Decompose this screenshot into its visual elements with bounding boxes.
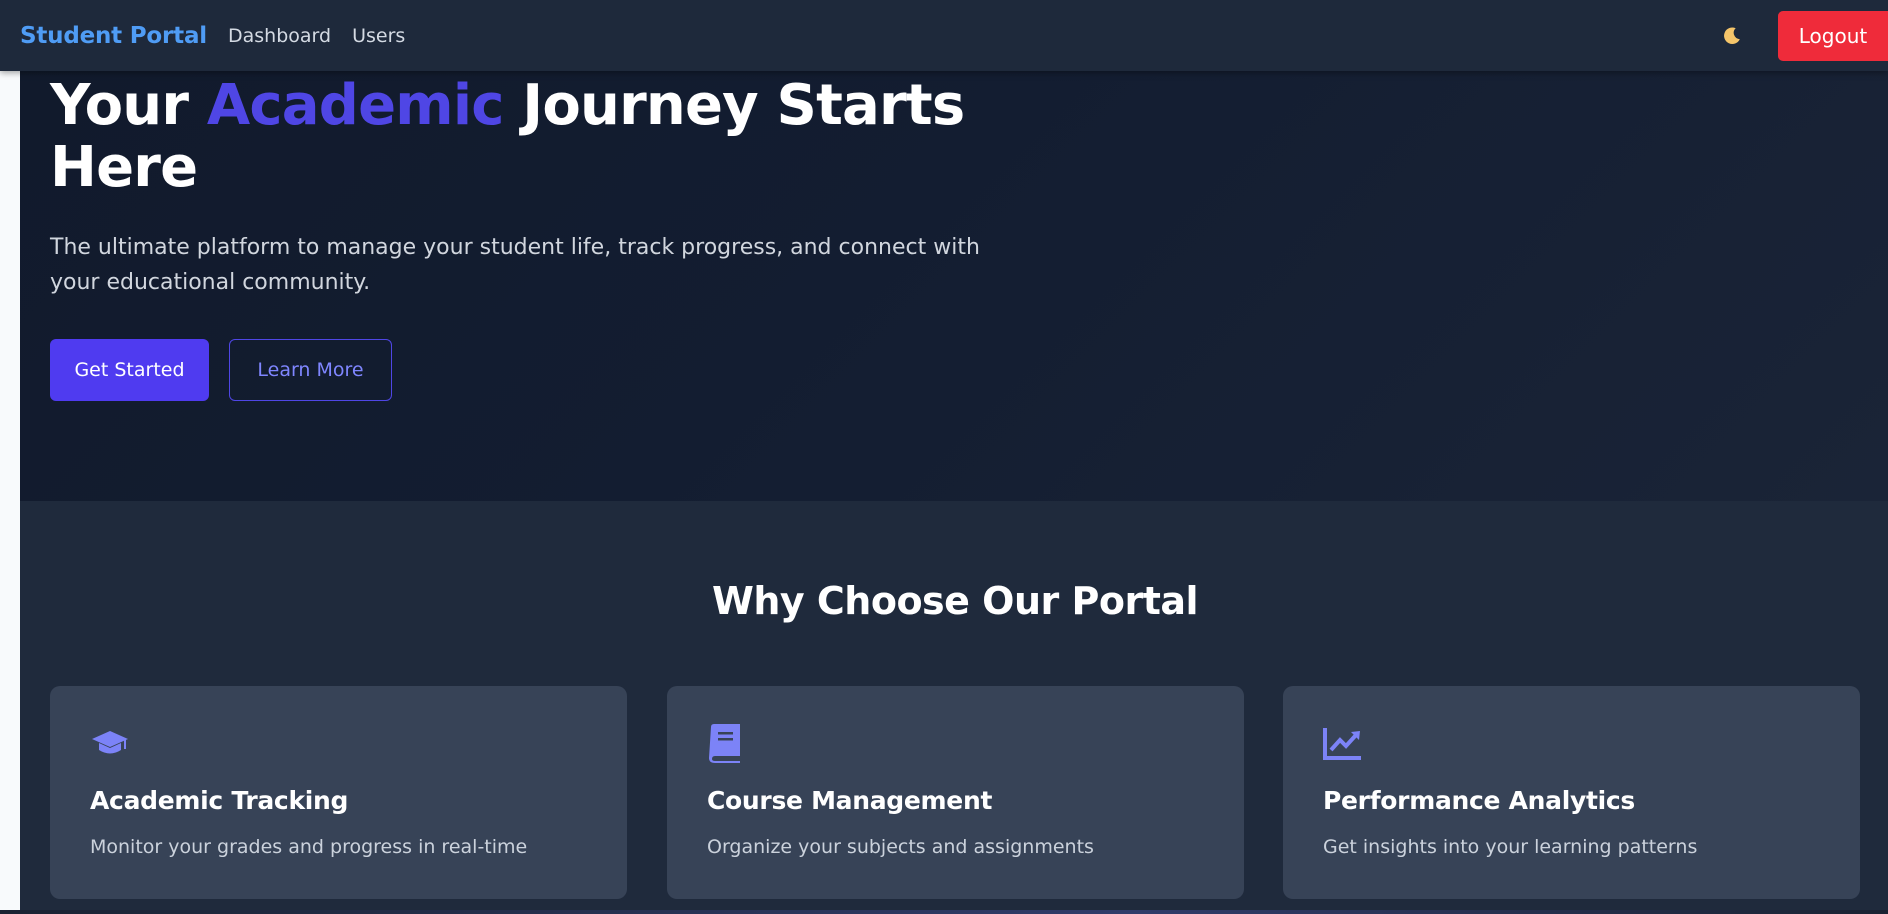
brand-logo-link[interactable]: Student Portal <box>20 23 207 49</box>
chart-line-icon <box>1323 724 1363 762</box>
feature-card-description: Get insights into your learning patterns <box>1323 836 1698 858</box>
hero-section: Your Academic Journey Starts Here The ul… <box>20 71 1888 501</box>
nav-link-dashboard[interactable]: Dashboard <box>228 25 331 47</box>
moon-icon <box>1724 26 1740 44</box>
feature-card-description: Organize your subjects and assignments <box>707 836 1094 858</box>
graduation-cap-icon <box>90 724 130 762</box>
hero-title-before: Your <box>50 73 207 138</box>
bottom-divider <box>0 910 1888 914</box>
navbar-actions: Logout <box>1716 0 1888 71</box>
feature-card-title: Performance Analytics <box>1323 786 1635 815</box>
logout-button[interactable]: Logout <box>1778 10 1888 61</box>
feature-card-performance-analytics: Performance Analytics Get insights into … <box>1283 686 1860 899</box>
left-edge-panel <box>0 71 20 914</box>
features-section: Why Choose Our Portal Academic Tracking … <box>20 501 1888 914</box>
hero-title-accent: Academic <box>206 73 505 138</box>
feature-card-description: Monitor your grades and progress in real… <box>90 836 528 858</box>
top-navbar: Student Portal Dashboard Users Logout <box>0 0 1888 71</box>
learn-more-button[interactable]: Learn More <box>229 339 392 401</box>
get-started-button[interactable]: Get Started <box>50 339 209 401</box>
book-icon <box>707 724 747 763</box>
features-title: Why Choose Our Portal <box>711 579 1199 623</box>
theme-toggle-button[interactable] <box>1716 20 1748 52</box>
nav-link-users[interactable]: Users <box>352 25 405 47</box>
page: Student Portal Dashboard Users Logout Yo… <box>0 0 1888 914</box>
hero-title: Your Academic Journey Starts Here <box>50 75 970 199</box>
feature-card-course-management: Course Management Organize your subjects… <box>667 686 1244 899</box>
feature-card-title: Academic Tracking <box>90 786 349 815</box>
hero-subtitle: The ultimate platform to manage your stu… <box>50 235 980 295</box>
feature-card-academic-tracking: Academic Tracking Monitor your grades an… <box>50 686 627 899</box>
feature-card-title: Course Management <box>707 786 993 815</box>
